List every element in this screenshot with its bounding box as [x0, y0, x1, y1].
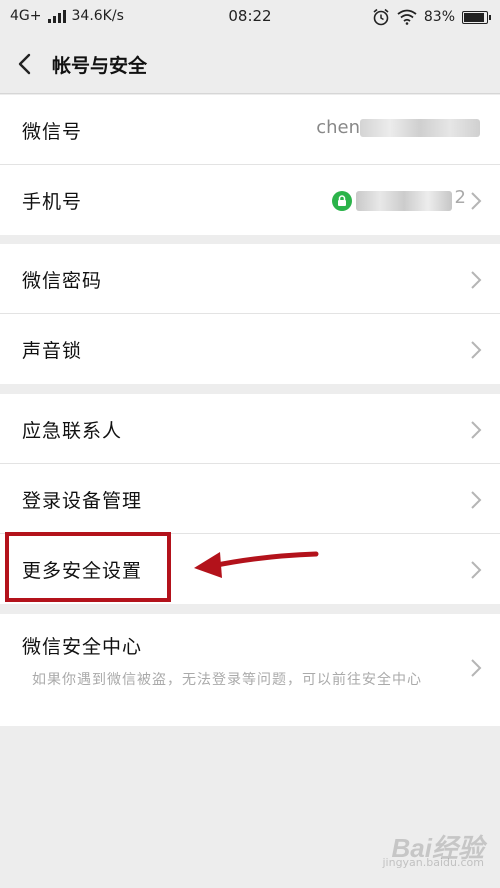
wechat-id-label: 微信号 — [22, 121, 83, 143]
security-center-group: 微信安全中心 如果你遇到微信被盗，无法登录等问题，可以前往安全中心 — [0, 614, 500, 726]
chevron-right-icon — [471, 341, 482, 359]
chevron-right-icon — [471, 659, 482, 677]
security-center-desc: 如果你遇到微信被盗，无法登录等问题，可以前往安全中心 — [32, 672, 422, 688]
emergency-contact-row[interactable]: 应急联系人 — [0, 394, 500, 464]
status-right: 83% — [372, 8, 491, 26]
battery-icon — [462, 10, 491, 24]
account-group: 微信号 chen 手机号 2 — [0, 95, 500, 235]
lock-icon — [332, 191, 352, 211]
chevron-right-icon — [471, 421, 482, 439]
battery-percent: 83% — [423, 9, 455, 25]
chevron-right-icon — [471, 561, 482, 579]
voice-lock-row[interactable]: 声音锁 — [0, 314, 500, 384]
alarm-icon — [373, 8, 389, 26]
blurred-id — [360, 119, 480, 137]
wifi-icon — [397, 9, 417, 25]
nav-header: 帐号与安全 — [0, 34, 500, 94]
back-arrow-icon[interactable] — [14, 50, 38, 78]
more-security-label: 更多安全设置 — [22, 560, 143, 582]
chevron-right-icon — [471, 491, 482, 509]
wechat-id-value: chen — [316, 117, 480, 138]
password-group: 微信密码 声音锁 — [0, 244, 500, 384]
phone-tail-digit: 2 — [454, 187, 466, 208]
phone-label: 手机号 — [22, 191, 83, 213]
voice-lock-label: 声音锁 — [22, 340, 83, 362]
security-center-row[interactable]: 微信安全中心 如果你遇到微信被盗，无法登录等问题，可以前往安全中心 — [0, 614, 500, 726]
more-security-row[interactable]: 更多安全设置 — [0, 534, 500, 604]
device-management-row[interactable]: 登录设备管理 — [0, 464, 500, 534]
wechat-id-row[interactable]: 微信号 chen — [0, 95, 500, 165]
chevron-right-icon — [471, 192, 482, 210]
watermark-url: jingyan.baidu.com — [382, 856, 484, 869]
status-bar: 4G+ 34.6K/s 08:22 83% — [0, 0, 500, 34]
chevron-right-icon — [471, 271, 482, 289]
phone-row[interactable]: 手机号 2 — [0, 165, 500, 235]
password-label: 微信密码 — [22, 270, 103, 292]
emergency-contact-label: 应急联系人 — [22, 420, 123, 442]
password-row[interactable]: 微信密码 — [0, 244, 500, 314]
security-center-title: 微信安全中心 — [22, 636, 143, 658]
watermark-brand: Bai经验 — [391, 833, 484, 863]
blurred-phone — [356, 191, 452, 211]
baidu-watermark: Bai经验 jingyan.baidu.com — [334, 818, 484, 874]
device-management-label: 登录设备管理 — [22, 490, 143, 512]
page-title: 帐号与安全 — [52, 55, 148, 77]
devices-group: 应急联系人 登录设备管理 更多安全设置 — [0, 394, 500, 604]
